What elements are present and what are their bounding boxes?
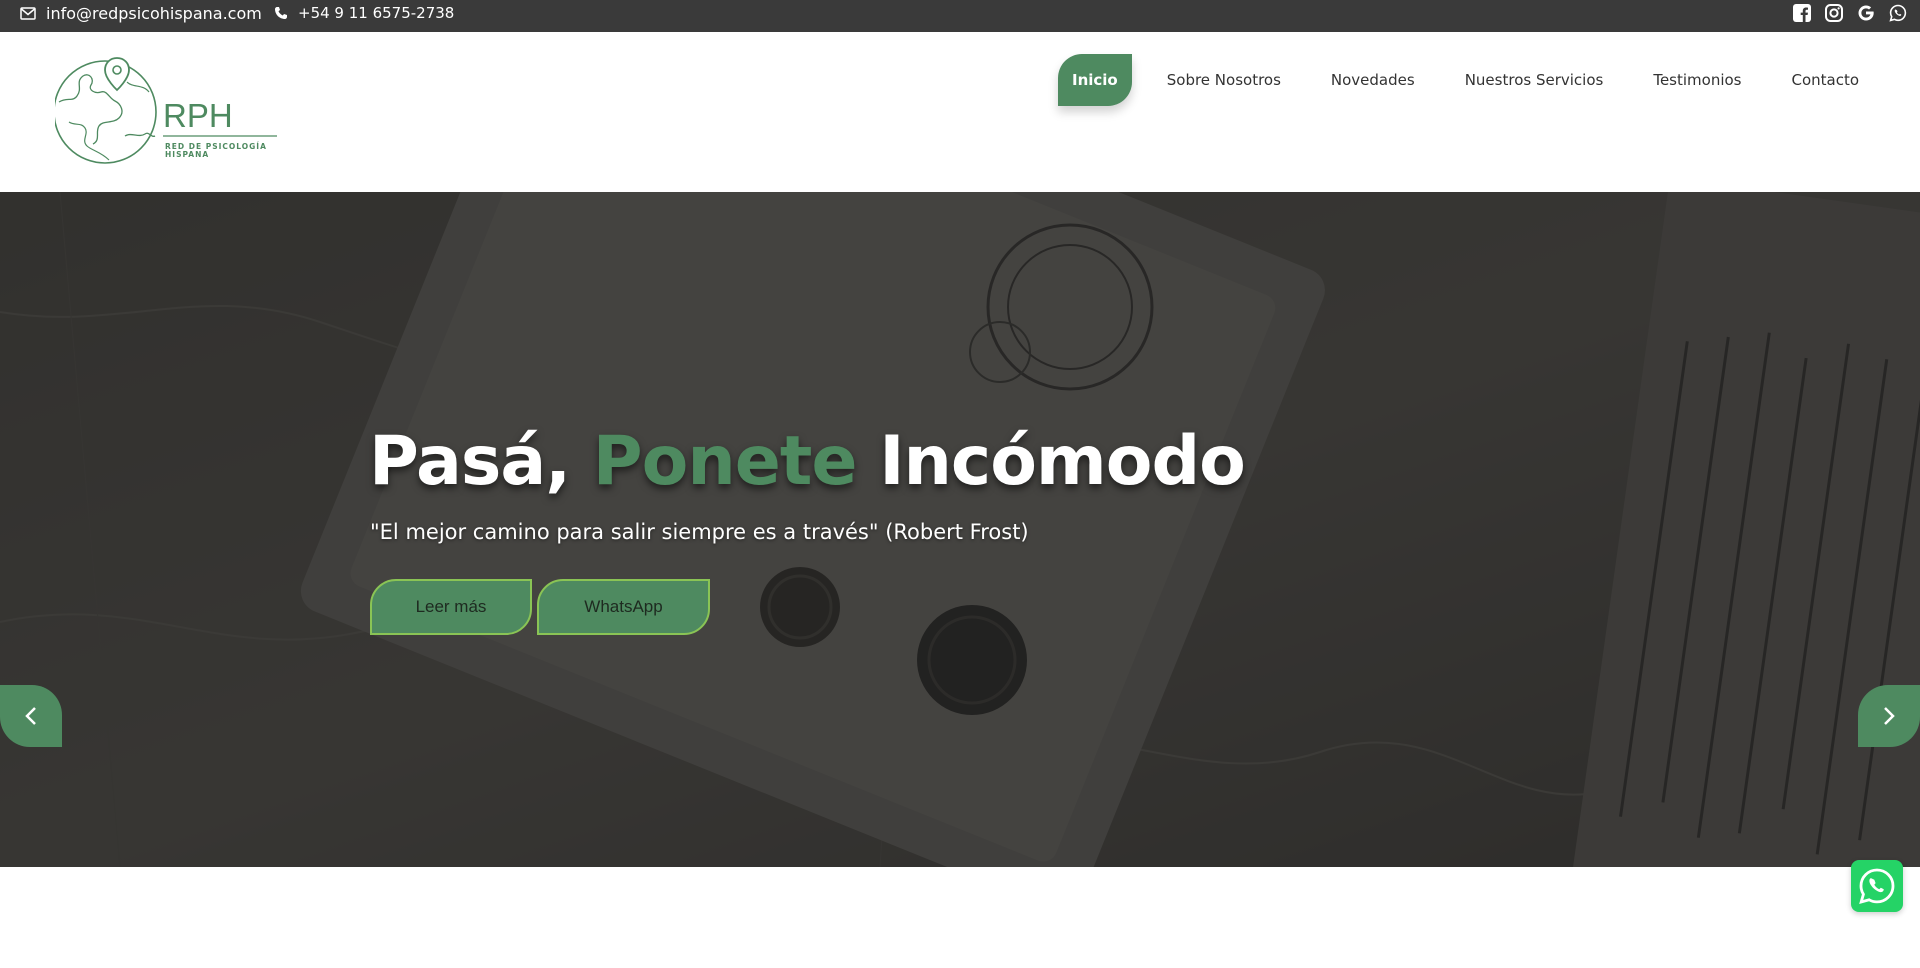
- site-header: RPH RED DE PSICOLOGÍA HISPANA Inicio Sob…: [0, 32, 1920, 192]
- slider-prev-button[interactable]: [0, 685, 62, 747]
- top-bar: info@redpsicohispana.com +54 9 11 6575-2…: [0, 0, 1920, 32]
- hero-title-accent: Ponete: [592, 422, 858, 501]
- nav-item-novedades[interactable]: Novedades: [1306, 54, 1440, 106]
- nav-item-inicio[interactable]: Inicio: [1058, 54, 1132, 106]
- chevron-left-icon: [25, 707, 36, 725]
- google-icon[interactable]: [1856, 3, 1876, 23]
- social-links: [1792, 3, 1908, 23]
- nav-item-testimonios[interactable]: Testimonios: [1628, 54, 1766, 106]
- logo-text: RPH: [163, 97, 233, 134]
- email-text[interactable]: info@redpsicohispana.com: [46, 4, 262, 23]
- logo-subtitle-line2: HISPANA: [165, 150, 209, 159]
- hero-title: Pasá, Ponete Incómodo: [369, 422, 1246, 501]
- phone-icon: [274, 6, 288, 20]
- whatsapp-button[interactable]: WhatsApp: [537, 579, 710, 635]
- nav-item-nuestros-servicios[interactable]: Nuestros Servicios: [1440, 54, 1629, 106]
- hero-subtitle: "El mejor camino para salir siempre es a…: [370, 520, 1029, 544]
- whatsapp-icon[interactable]: [1888, 3, 1908, 23]
- whatsapp-icon: [1859, 868, 1895, 905]
- phone-text[interactable]: +54 9 11 6575-2738: [298, 4, 454, 22]
- nav-item-sobre-nosotros[interactable]: Sobre Nosotros: [1142, 54, 1306, 106]
- hero-title-part2: Incómodo: [879, 422, 1246, 501]
- leer-mas-button[interactable]: Leer más: [370, 579, 532, 635]
- hero-slider: Pasá, Ponete Incómodo "El mejor camino p…: [0, 192, 1920, 867]
- whatsapp-float-button[interactable]: [1851, 860, 1903, 912]
- facebook-icon[interactable]: [1792, 3, 1812, 23]
- hero-title-part1: Pasá,: [369, 422, 571, 501]
- site-logo[interactable]: RPH RED DE PSICOLOGÍA HISPANA: [53, 52, 285, 172]
- contact-phone[interactable]: +54 9 11 6575-2738: [274, 0, 454, 26]
- main-nav: Inicio Sobre Nosotros Novedades Nuestros…: [1058, 54, 1884, 106]
- instagram-icon[interactable]: [1824, 3, 1844, 23]
- nav-item-contacto[interactable]: Contacto: [1767, 54, 1885, 106]
- envelope-icon: [20, 6, 36, 20]
- slider-next-button[interactable]: [1858, 685, 1920, 747]
- contact-email[interactable]: info@redpsicohispana.com: [20, 0, 262, 26]
- chevron-right-icon: [1884, 707, 1895, 725]
